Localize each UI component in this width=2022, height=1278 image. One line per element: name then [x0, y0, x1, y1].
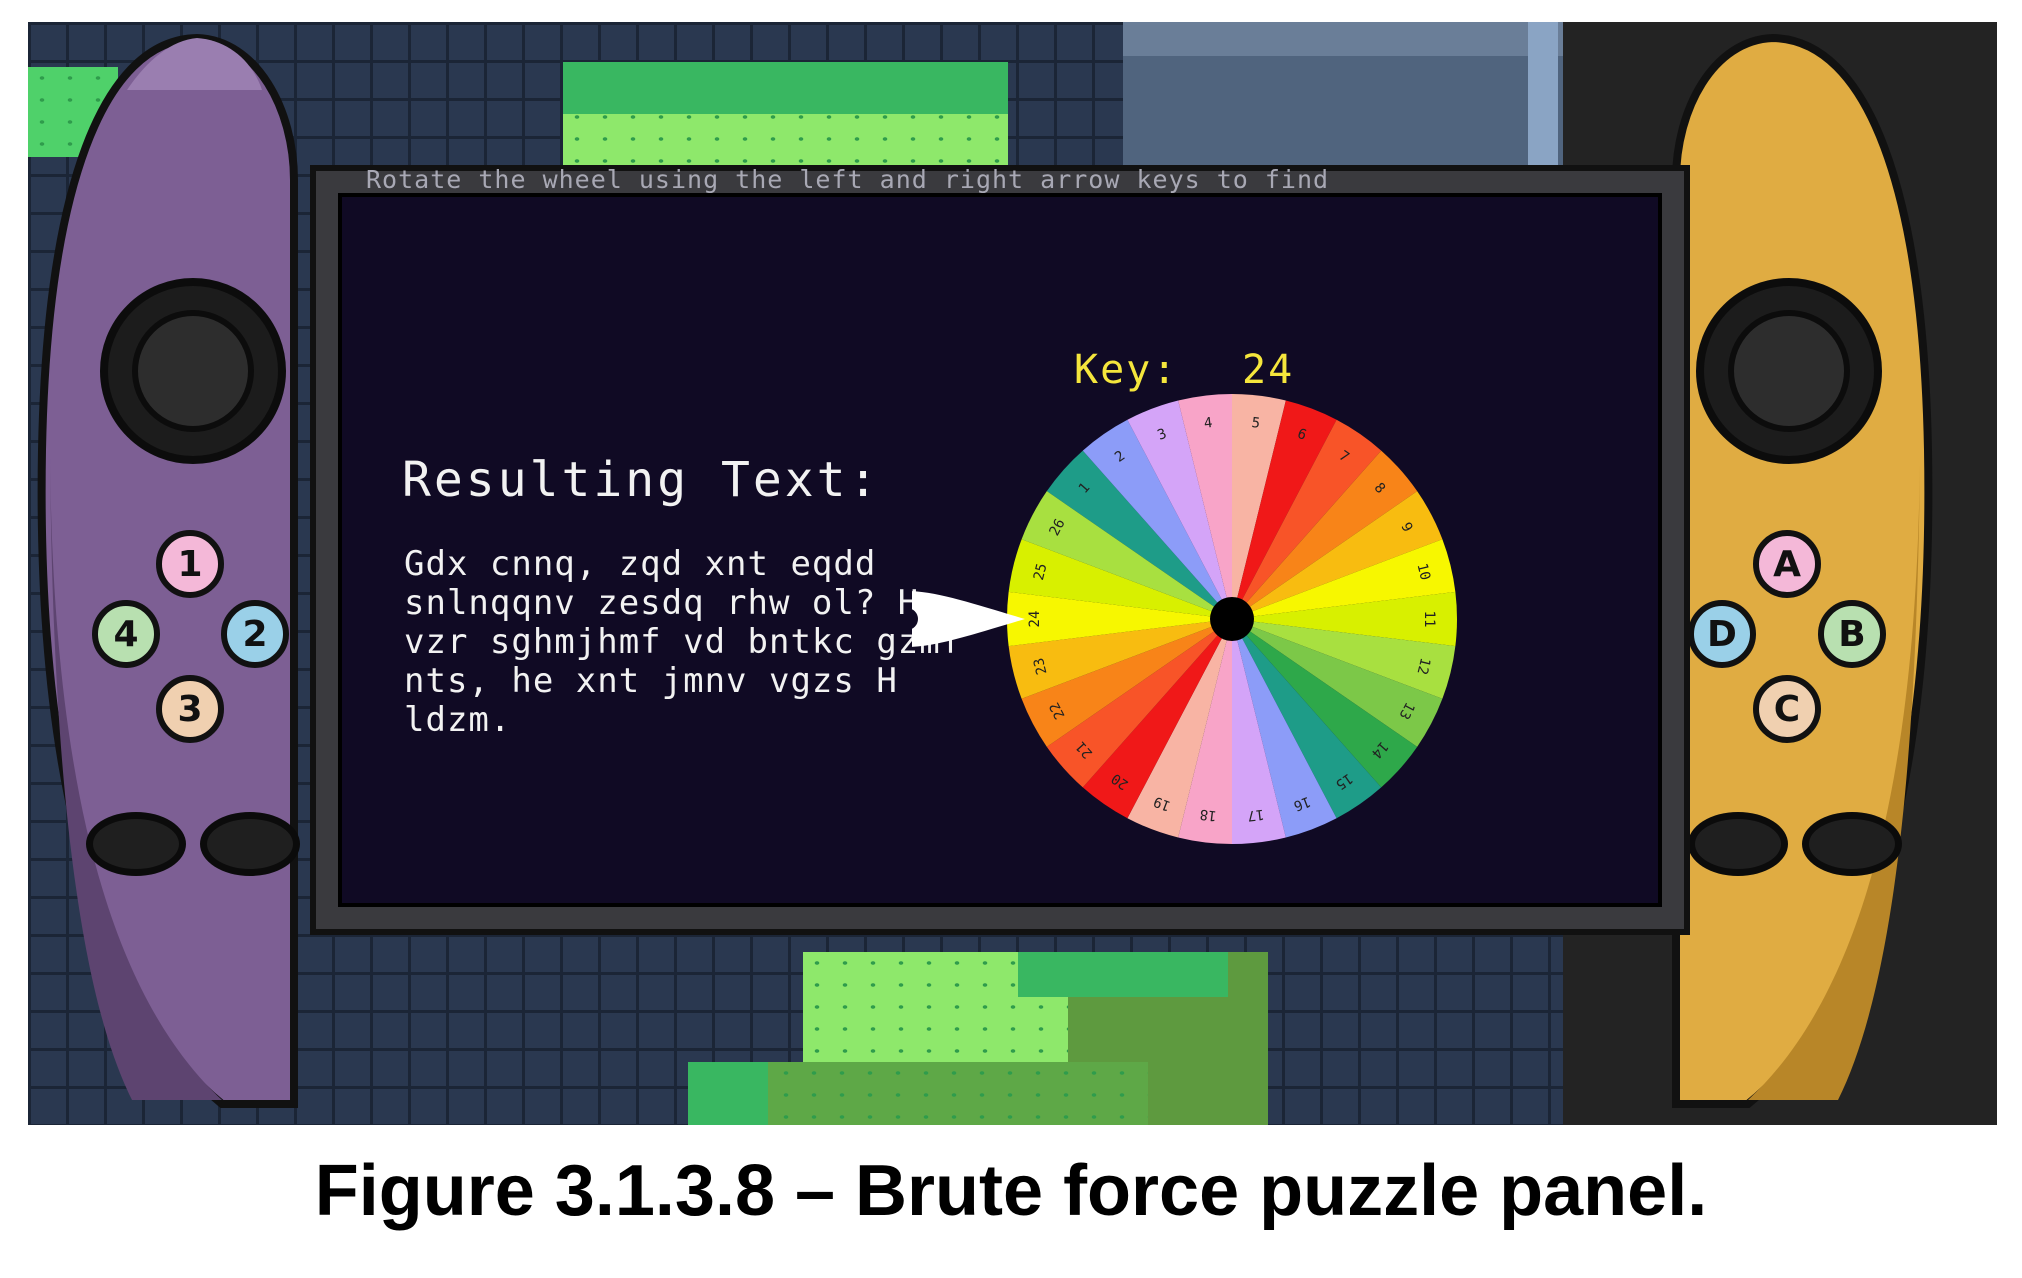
left-bumper-pad[interactable]: [86, 812, 186, 876]
grass-edge: [1018, 952, 1228, 997]
puzzle-panel-frame: Rotate the wheel using the left and righ…: [310, 165, 1690, 935]
left-trigger-pad[interactable]: [200, 812, 300, 876]
figure-caption: Figure 3.1.3.8 – Brute force puzzle pane…: [314, 1151, 1708, 1231]
right-bumper-pad[interactable]: [1688, 812, 1788, 876]
right-trigger-pad[interactable]: [1802, 812, 1902, 876]
grass-edge: [688, 1062, 768, 1125]
stone-wall-top: [1123, 22, 1563, 56]
wheel-number: 11: [1421, 611, 1437, 628]
button-2[interactable]: 2: [221, 600, 289, 668]
wheel-number: 17: [1246, 806, 1265, 824]
button-d[interactable]: D: [1688, 600, 1756, 668]
ice-border: [1528, 22, 1558, 182]
wheel-number: 24: [1027, 611, 1043, 628]
button-4[interactable]: 4: [92, 600, 160, 668]
button-1[interactable]: 1: [156, 530, 224, 598]
button-c[interactable]: C: [1753, 675, 1821, 743]
button-b[interactable]: B: [1818, 600, 1886, 668]
button-3[interactable]: 3: [156, 675, 224, 743]
wheel-number: 18: [1199, 806, 1218, 824]
cipher-wheel[interactable]: 1234 567891011121314151617181920212223242…: [912, 387, 1512, 867]
wheel-hub: [1210, 597, 1254, 641]
left-controller: 1 2 3 4: [22, 30, 312, 1110]
result-heading: Resulting Text:: [402, 452, 881, 508]
puzzle-panel-screen: Resulting Text: Gdx cnnq, zqd xnt eqdd s…: [338, 193, 1662, 907]
grass-edge: [563, 62, 1008, 114]
button-a[interactable]: A: [1753, 530, 1821, 598]
left-joystick-cap: [132, 310, 254, 432]
right-joystick-cap: [1728, 310, 1850, 432]
right-controller: A B C D: [1658, 30, 1948, 1110]
